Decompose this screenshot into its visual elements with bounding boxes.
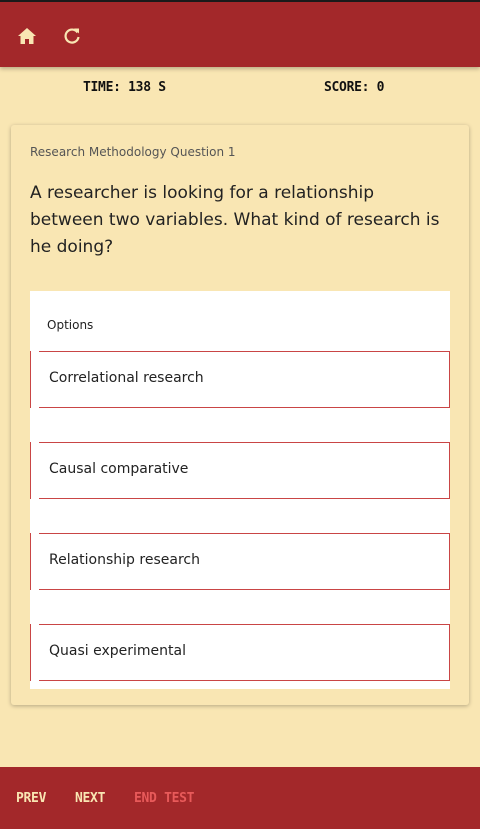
refresh-icon[interactable] <box>61 25 83 47</box>
bottom-nav-bar: PREV NEXT END TEST <box>0 767 480 829</box>
option-4[interactable]: Quasi experimental <box>30 624 450 681</box>
option-2[interactable]: Causal comparative <box>30 442 450 499</box>
next-button[interactable]: NEXT <box>75 791 105 806</box>
score: SCORE: 0 <box>324 80 385 95</box>
option-label: Relationship research <box>49 552 200 568</box>
status-row: TIME: 138 S SCORE: 0 <box>0 80 480 100</box>
option-label: Correlational research <box>49 370 204 386</box>
question-card: Research Methodology Question 1 A resear… <box>11 125 469 705</box>
option-1[interactable]: Correlational research <box>30 351 450 408</box>
home-icon[interactable] <box>16 25 38 47</box>
end-test-button[interactable]: END TEST <box>134 791 195 806</box>
time-remaining: TIME: 138 S <box>83 80 166 95</box>
top-app-bar <box>0 0 480 67</box>
question-subject: Research Methodology Question 1 <box>30 145 236 159</box>
prev-button[interactable]: PREV <box>16 791 46 806</box>
option-3[interactable]: Relationship research <box>30 533 450 590</box>
option-label: Causal comparative <box>49 461 189 477</box>
question-text: A researcher is looking for a relationsh… <box>30 183 440 257</box>
options-panel: Options Correlational research Causal co… <box>30 291 450 689</box>
option-label: Quasi experimental <box>49 643 186 659</box>
options-heading: Options <box>47 318 94 332</box>
